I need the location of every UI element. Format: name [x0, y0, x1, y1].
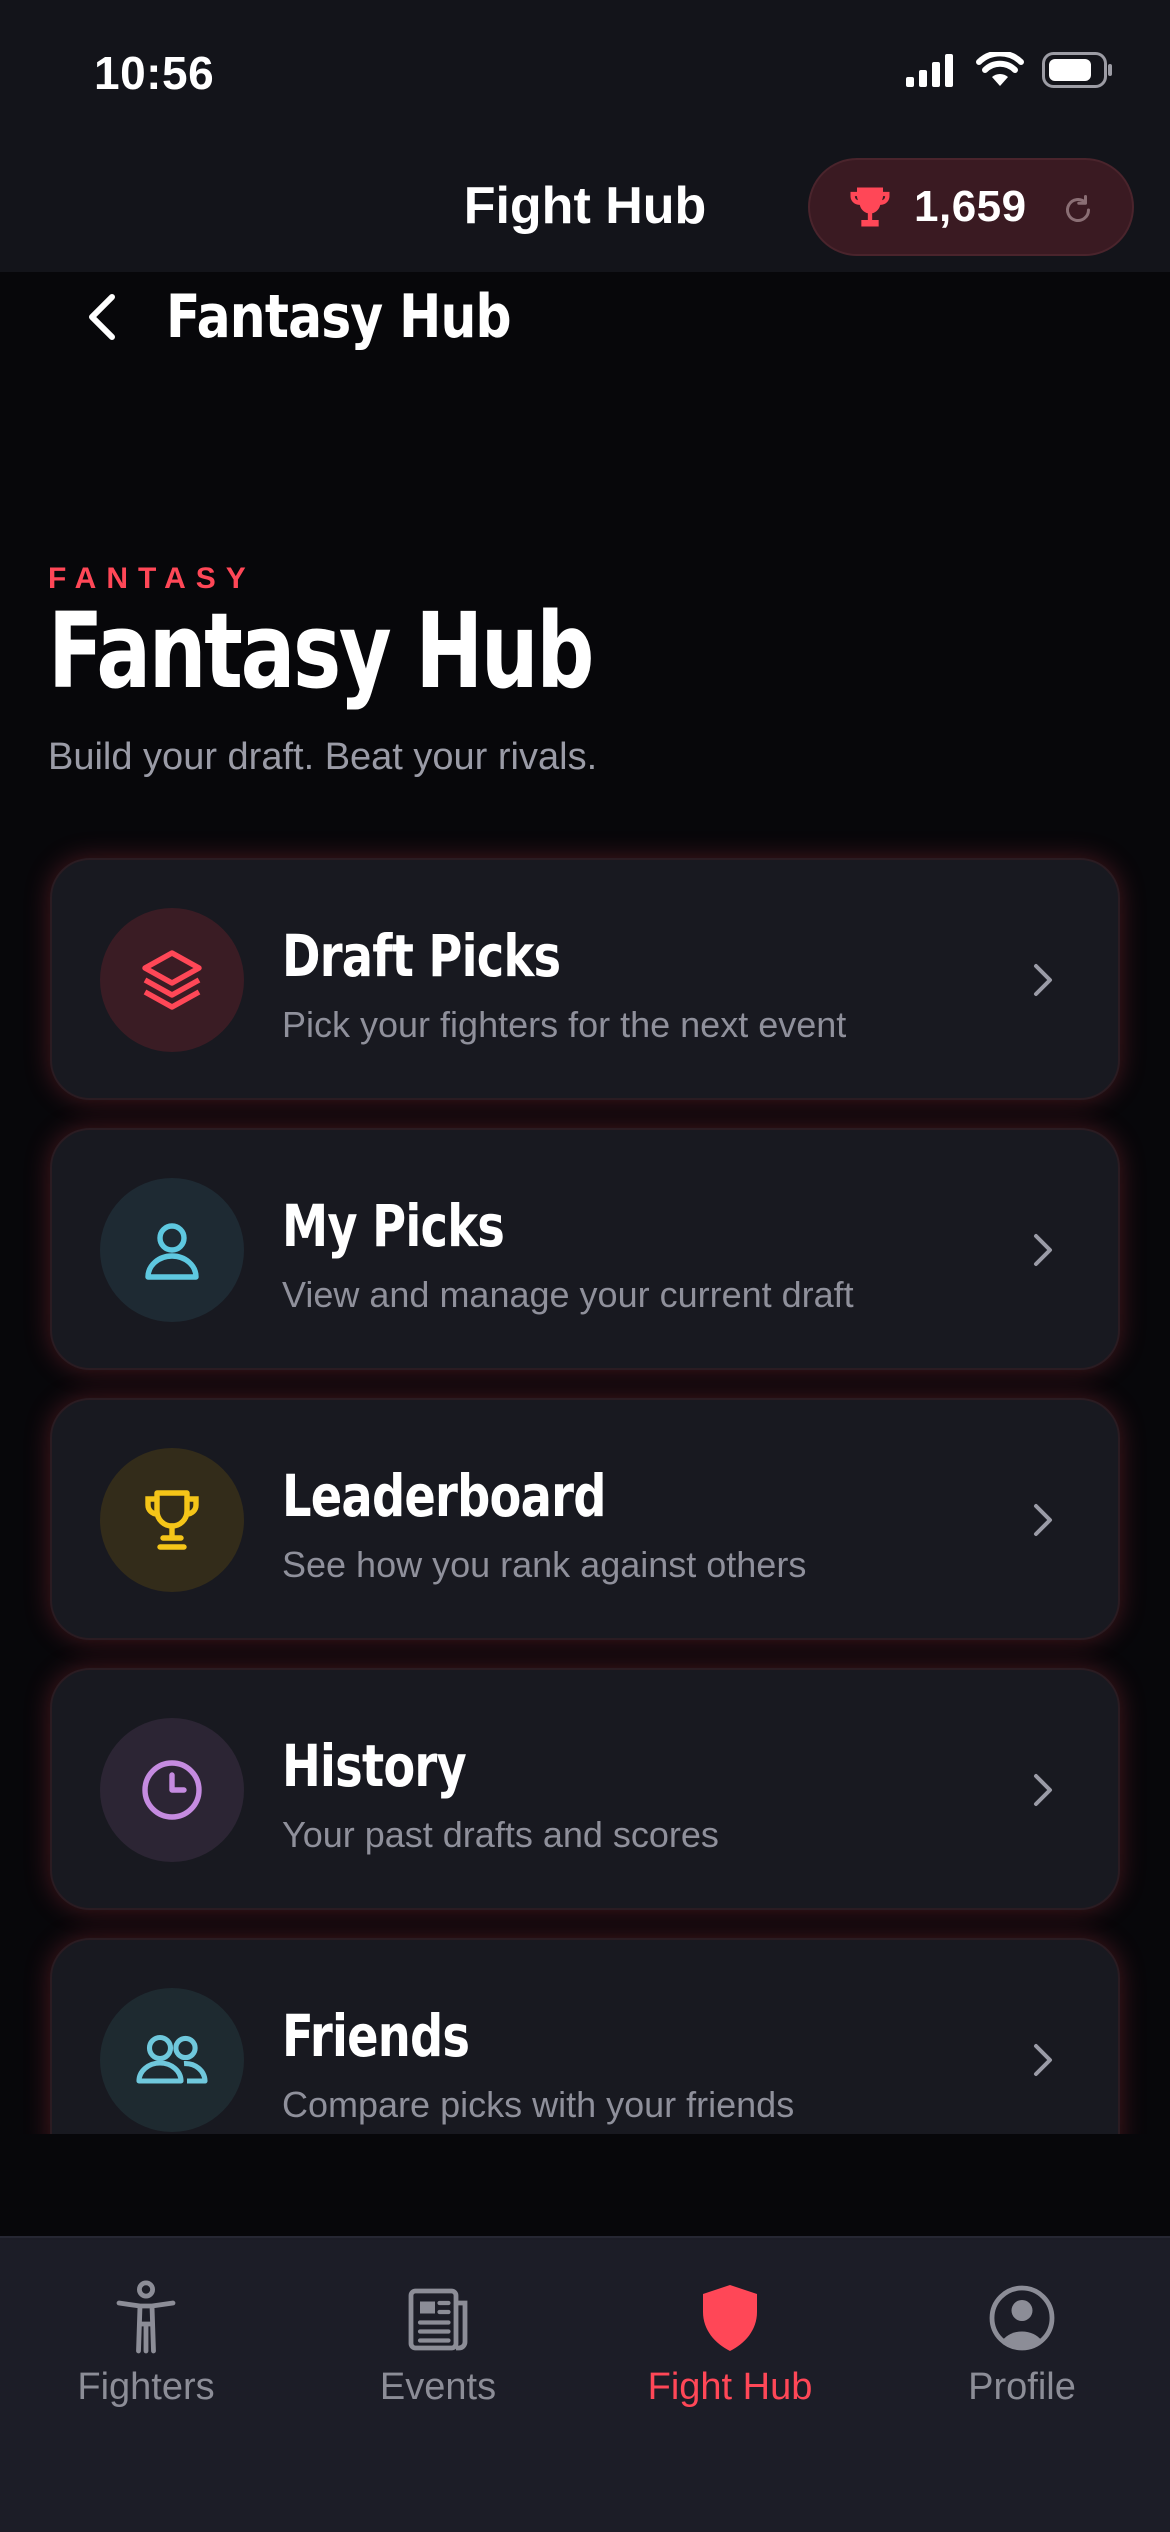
- users-icon: [136, 2034, 208, 2084]
- chevron-right-icon: [1034, 2044, 1052, 2076]
- card-draft-picks[interactable]: Draft Picks Pick your fighters for the n…: [50, 858, 1120, 1100]
- trophy-icon: [850, 187, 890, 227]
- layers-icon: [142, 950, 202, 1010]
- battery-icon: [1042, 52, 1112, 88]
- card-description: View and manage your current draft: [282, 1274, 854, 1315]
- profile-icon: [989, 2285, 1055, 2351]
- page-subtitle: Build your draft. Beat your rivals.: [48, 736, 598, 778]
- user-icon: [145, 1223, 199, 1280]
- card-icon-wrap: [100, 1718, 244, 1862]
- chevron-right-icon: [1034, 1504, 1052, 1536]
- chevron-right-icon: [1034, 964, 1052, 996]
- nav-item-fighters[interactable]: Fighters: [0, 2278, 292, 2409]
- wifi-icon: [976, 52, 1024, 86]
- nav-label: Fight Hub: [647, 2366, 813, 2408]
- newspaper-icon: [408, 2288, 468, 2351]
- card-leaderboard[interactable]: Leaderboard See how you rank against oth…: [50, 1398, 1120, 1640]
- card-title: My Picks: [282, 1192, 505, 1260]
- nav-item-fight-hub[interactable]: Fight Hub: [584, 2278, 876, 2409]
- back-button[interactable]: Fantasy Hub: [84, 282, 576, 352]
- main-content: Fantasy Hub FANTASY Fantasy Hub Build yo…: [0, 272, 1170, 2134]
- points-badge[interactable]: 1,659: [808, 158, 1134, 256]
- card-description: See how you rank against others: [282, 1544, 807, 1585]
- clock-icon: [142, 1760, 202, 1820]
- back-label: Fantasy Hub: [166, 282, 512, 352]
- card-description: Your past drafts and scores: [282, 1814, 719, 1855]
- refresh-icon[interactable]: [1060, 192, 1096, 228]
- card-icon-wrap: [100, 1448, 244, 1592]
- status-time: 10:56: [94, 47, 215, 99]
- status-icons: [906, 52, 1114, 88]
- trophy-icon: [145, 1490, 199, 1550]
- card-friends[interactable]: Friends Compare picks with your friends: [50, 1938, 1120, 2134]
- page-title: Fantasy Hub: [48, 590, 594, 712]
- nav-label: Profile: [968, 2366, 1076, 2408]
- card-icon-wrap: [100, 908, 244, 1052]
- card-icon-wrap: [100, 1988, 244, 2132]
- nav-label: Fighters: [77, 2366, 215, 2408]
- card-description: Pick your fighters for the next event: [282, 1004, 847, 1045]
- card-title: Draft Picks: [282, 922, 561, 990]
- card-title: Leaderboard: [282, 1462, 606, 1530]
- nav-item-profile[interactable]: Profile: [876, 2278, 1168, 2409]
- nav-label: Events: [379, 2366, 497, 2408]
- chevron-right-icon: [1034, 1774, 1052, 1806]
- bottom-nav: Fighters Events Fight Hub Profile: [0, 2236, 1170, 2532]
- chevron-right-icon: [1034, 1234, 1052, 1266]
- card-icon-wrap: [100, 1178, 244, 1322]
- nav-item-events[interactable]: Events: [292, 2278, 584, 2409]
- card-description: Compare picks with your friends: [282, 2084, 795, 2125]
- chevron-left-icon: [89, 294, 115, 340]
- card-title: History: [282, 1732, 467, 1800]
- signal-icon: [906, 54, 953, 87]
- card-history[interactable]: History Your past drafts and scores: [50, 1668, 1120, 1910]
- card-title: Friends: [282, 2002, 470, 2070]
- shield-icon: [703, 2285, 757, 2351]
- fighter-icon: [116, 2280, 176, 2354]
- card-my-picks[interactable]: My Picks View and manage your current dr…: [50, 1128, 1120, 1370]
- points-value: 1,659: [914, 182, 1027, 231]
- top-bar: 10:56 Fight Hub 1,659: [0, 0, 1170, 272]
